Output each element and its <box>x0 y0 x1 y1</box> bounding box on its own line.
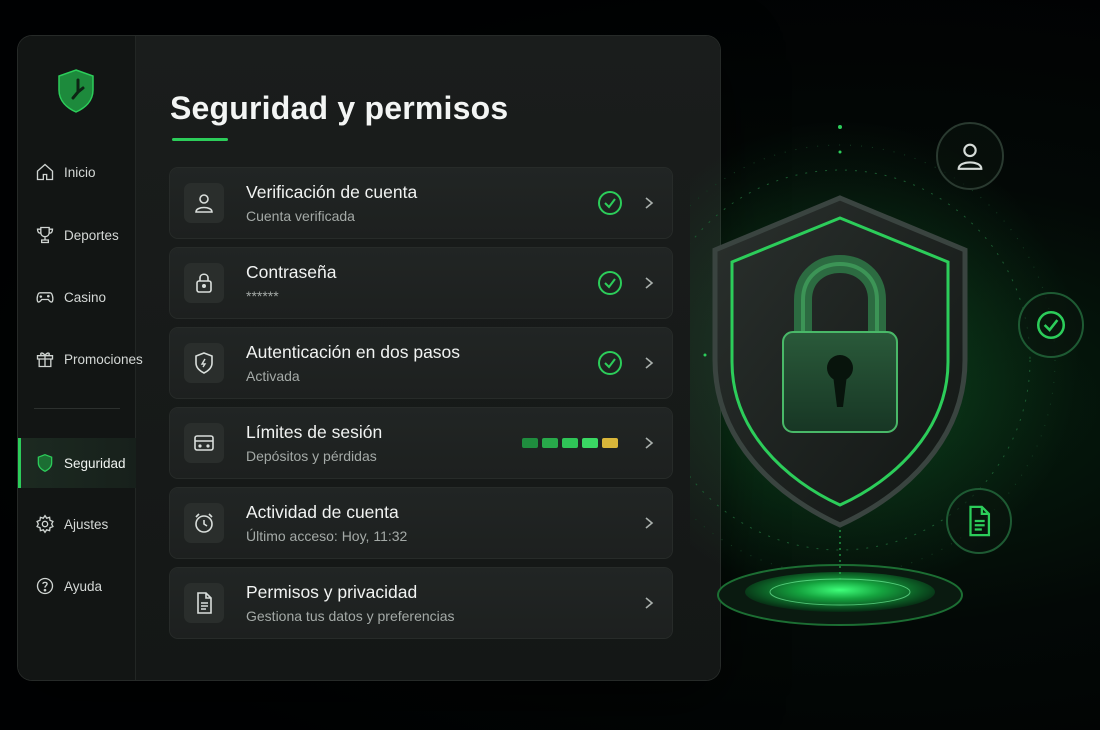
meter-segment <box>602 438 618 448</box>
row-subtitle: Cuenta verificada <box>246 208 355 224</box>
check-icon <box>598 351 622 375</box>
sidebar-divider <box>34 408 120 409</box>
sidebar-item-label: Inicio <box>64 164 96 180</box>
chevron-right-icon[interactable] <box>642 276 656 290</box>
row-subtitle: Depósitos y pérdidas <box>246 448 377 464</box>
trophy-icon <box>36 226 54 244</box>
check-icon <box>598 271 622 295</box>
row-subtitle: Gestiona tus datos y preferencias <box>246 608 455 624</box>
row-autenticacion-dos-pasos[interactable]: Autenticación en dos pasos Activada <box>170 328 672 398</box>
row-contrasena[interactable]: Contraseña ****** <box>170 248 672 318</box>
row-title: Autenticación en dos pasos <box>246 342 461 362</box>
shield-icon <box>37 453 53 473</box>
row-title: Verificación de cuenta <box>246 182 418 202</box>
sidebar-item-ajustes[interactable]: Ajustes <box>18 499 136 549</box>
sidebar-item-promociones[interactable]: Promociones <box>18 334 143 384</box>
row-text: Verificación de cuenta Cuenta verificada <box>246 182 598 224</box>
document-icon <box>184 583 224 623</box>
meter-segment <box>582 438 598 448</box>
shield-icon <box>184 343 224 383</box>
limit-meter <box>522 438 618 448</box>
gamepad-icon <box>36 292 54 303</box>
row-title: Permisos y privacidad <box>246 582 418 602</box>
row-title: Actividad de cuenta <box>246 502 399 522</box>
sidebar-item-label: Ajustes <box>64 516 109 532</box>
sidebar-item-seguridad[interactable]: Seguridad <box>18 438 136 488</box>
row-text: Autenticación en dos pasos Activada <box>246 342 598 384</box>
sidebar-item-ayuda[interactable]: Ayuda <box>18 561 136 611</box>
chevron-right-icon[interactable] <box>642 196 656 210</box>
sidebar-item-label: Casino <box>64 289 107 305</box>
meter-segment <box>522 438 538 448</box>
chevron-right-icon[interactable] <box>642 596 656 610</box>
row-verificacion-cuenta[interactable]: Verificación de cuenta Cuenta verificada <box>170 168 672 238</box>
clock-icon <box>184 503 224 543</box>
home-icon <box>36 163 54 181</box>
chevron-right-icon[interactable] <box>642 356 656 370</box>
row-permisos-privacidad[interactable]: Permisos y privacidad Gestiona tus datos… <box>170 568 672 638</box>
page-title: Seguridad y permisos <box>170 90 509 126</box>
check-circle-icon <box>1018 292 1084 358</box>
meter-segment <box>562 438 578 448</box>
row-text: Permisos y privacidad Gestiona tus datos… <box>246 582 642 624</box>
sidebar: Inicio Deportes Casino Promociones Segur… <box>18 36 143 680</box>
sidebar-item-deportes[interactable]: Deportes <box>18 210 136 260</box>
sidebar-item-label: Seguridad <box>64 455 126 471</box>
sidebar-item-casino[interactable]: Casino <box>18 272 136 322</box>
help-icon <box>36 577 54 595</box>
lock-icon <box>184 263 224 303</box>
row-text: Actividad de cuenta Último acceso: Hoy, … <box>246 502 642 544</box>
chevron-right-icon[interactable] <box>642 516 656 530</box>
sidebar-item-inicio[interactable]: Inicio <box>18 147 136 197</box>
row-subtitle: ****** <box>246 288 279 304</box>
sidebar-item-label: Ayuda <box>64 578 103 594</box>
shield-lock-illustration <box>600 120 1080 626</box>
gear-icon <box>36 514 54 534</box>
row-actividad-cuenta[interactable]: Actividad de cuenta Último acceso: Hoy, … <box>170 488 672 558</box>
row-subtitle: Activada <box>246 368 300 384</box>
row-text: Contraseña ****** <box>246 262 598 304</box>
user-circle-icon <box>936 122 1004 190</box>
gift-icon <box>36 352 54 368</box>
row-title: Contraseña <box>246 262 337 282</box>
row-subtitle: Último acceso: Hoy, 11:32 <box>246 528 408 544</box>
row-title: Límites de sesión <box>246 422 383 442</box>
user-icon <box>184 183 224 223</box>
chevron-right-icon[interactable] <box>642 436 656 450</box>
security-panel: Inicio Deportes Casino Promociones Segur… <box>18 36 720 680</box>
title-underline <box>172 138 228 141</box>
security-illustration <box>600 100 1100 700</box>
card-icon <box>184 423 224 463</box>
meter-segment <box>542 438 558 448</box>
check-icon <box>598 191 622 215</box>
brand-shield-logo[interactable] <box>56 68 96 114</box>
document-circle-icon <box>946 488 1012 554</box>
row-limites-sesion[interactable]: Límites de sesión Depósitos y pérdidas <box>170 408 672 478</box>
row-text: Límites de sesión Depósitos y pérdidas <box>246 422 522 464</box>
sidebar-item-label: Promociones <box>64 351 143 367</box>
sidebar-item-label: Deportes <box>64 227 119 243</box>
